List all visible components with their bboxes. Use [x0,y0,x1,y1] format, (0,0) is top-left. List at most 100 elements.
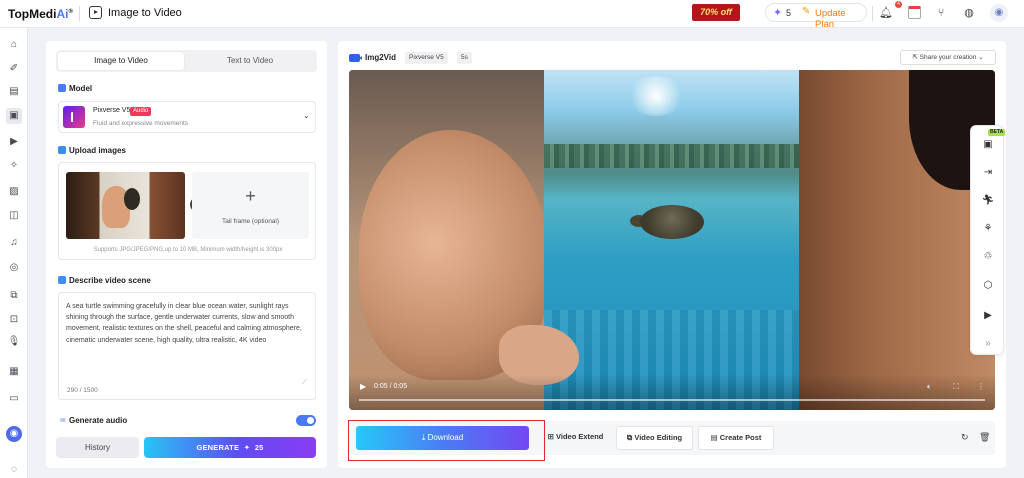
divider [872,6,873,21]
video-center-pane [544,70,799,410]
video-page-icon [89,6,102,19]
external-link-icon: ⇱ [912,54,920,61]
more-options-icon[interactable]: ⋮ [977,382,985,391]
photo-edit-icon[interactable]: ◫ [6,208,22,224]
microphone-icon[interactable]: 🎙︎ [6,334,22,350]
model-chip: Pixverse V5 [405,52,448,64]
update-plan-button[interactable]: Update Plan [815,8,866,30]
share-button[interactable]: ⇱ Share your creation ⌄ [900,50,996,65]
credit-count: 5 [786,8,792,18]
chevron-down-icon: ⌄ [303,111,310,120]
audio-badge: Audio [130,107,152,116]
first-frame-thumbnail[interactable] [66,172,185,239]
beta-badge: BETA [988,129,1006,136]
tab-text-to-video[interactable]: Text to Video [186,52,314,70]
plus-icon: + [245,186,256,206]
time-display: 0:05 / 0:05 [374,383,408,390]
import-icon[interactable]: ⇥ [981,166,995,180]
char-count: 290 / 1500 [67,387,98,394]
left-rail: ⌂ ✐ ▤ ▣ ▶ ✧ ▨ ◫ ♫ ◎ ⧉ ⊡ 🎙︎ ▦ ▭ ◉ ◌ [0,28,28,478]
generate-cost: 25 [254,443,264,452]
video-generate-icon[interactable]: ▶ [981,309,995,323]
page-title: Image to Video [108,7,182,19]
image-icon [58,146,66,154]
tail-frame-label: Tail frame (optional) [221,218,280,225]
video-editing-button[interactable]: ⧉ Video Editing [616,426,693,450]
post-icon: ▤ [710,433,720,442]
upload-section-title: Upload images [69,146,126,155]
globe-icon[interactable]: ◍ [961,5,977,21]
notification-badge: 4 [895,1,902,8]
folder-icon[interactable]: ▭ [6,391,22,407]
mode-tabs: Image to Video Text to Video [56,50,317,72]
clip-icon[interactable]: ▦ [6,364,22,380]
video-extend-button[interactable]: ⊞ Video Extend [539,426,612,450]
create-post-button[interactable]: ▤ Create Post [698,426,774,450]
generate-audio-label: Generate audio [69,416,128,425]
image-icon[interactable]: ▨ [6,184,22,200]
model-name: Pixverse V5 [93,107,131,114]
document-icon[interactable]: ▤ [6,84,22,100]
model-description: Fluid and expressive movements [93,120,189,127]
upload-area: ⇄ + Tail frame (optional) Supports JPG/J… [58,162,316,260]
audio-wave-icon: ♒︎ [59,416,67,425]
dance-figure-icon[interactable]: ⚘ [981,222,995,236]
turtle-image [640,205,704,239]
translate-icon[interactable]: ⊡ [6,312,22,328]
discord-icon[interactable]: ◉ [6,426,22,442]
tail-frame-upload[interactable]: + Tail frame (optional) [192,172,309,239]
user-avatar[interactable]: ◉ [990,4,1008,22]
trash-icon[interactable]: 🗑︎ [979,432,990,443]
duration-chip: 5s [457,52,472,64]
describe-section-title: Describe video scene [69,276,151,285]
volume-icon[interactable]: 🔈︎ [927,382,932,392]
network-icon[interactable]: ⑂ [933,5,949,21]
home-icon[interactable]: ⌂ [6,37,22,53]
model-icon [58,84,66,92]
generate-audio-toggle[interactable] [296,415,316,426]
tab-image-to-video[interactable]: Image to Video [58,52,184,70]
progress-bar[interactable] [359,399,985,401]
extend-icon: ⊞ [547,432,556,441]
promo-badge[interactable]: 70% off [692,4,740,21]
video-camera-icon [349,54,362,62]
image-to-video-icon[interactable]: ▣ [6,108,22,124]
cube-icon[interactable]: ⬡ [981,279,995,293]
generate-button[interactable]: GENERATE ✦ 25 [144,437,316,458]
settings-panel: Image to Video Text to Video Model Pixve… [46,41,327,468]
running-figure-icon[interactable]: 🏃︎ [981,194,995,208]
prompt-textarea[interactable]: A sea turtle swimming gracefully in clea… [58,292,316,400]
fullscreen-icon[interactable]: ⛶ [953,382,959,392]
face-swap-icon[interactable]: ♲ [981,250,995,264]
sparkle-icon: ✦ [241,443,253,452]
ai-calendar-icon[interactable]: ▣ [981,138,995,152]
video-icon[interactable]: ▶ [6,134,22,150]
bell-icon[interactable]: 🔔︎ [878,5,894,21]
sparkle-icon: ✦ [773,7,783,19]
pixverse-logo-icon [63,106,85,128]
upload-hint: Supports JPG/JPEG/PNG,up to 10 MB, Minim… [93,247,283,253]
brand-logo[interactable]: TopMediAi® [8,7,73,21]
brush-icon[interactable]: ✐ [6,61,22,77]
history-button[interactable]: History [56,437,139,458]
video-player[interactable]: ▶ 0:05 / 0:05 🔈︎ ⛶ ⋮ [349,70,995,410]
resize-handle-icon[interactable]: ⟋ [302,379,307,387]
top-bar: TopMediAi® Image to Video 70% off ✦ 5 ✎ … [0,0,1024,30]
divider [79,6,80,21]
collapse-icon[interactable]: » [981,337,995,351]
calendar-icon[interactable] [908,6,921,19]
screen-record-icon[interactable]: ⧉ [6,288,22,304]
compass-icon[interactable]: ◎ [6,260,22,276]
pencil-icon: ✎ [802,6,811,17]
edit-icon [58,276,66,284]
chat-icon[interactable]: ◌ [6,462,22,478]
refresh-icon[interactable]: ↻ [961,432,969,443]
music-icon[interactable]: ♫ [6,235,22,251]
magic-wand-icon[interactable]: ✧ [6,158,22,174]
result-title: Img2Vid [365,53,396,62]
chevron-down-icon: ⌄ [976,54,984,61]
model-selector[interactable]: Pixverse V5 Audio Fluid and expressive m… [58,101,316,133]
download-highlight-box [348,420,545,461]
play-icon[interactable]: ▶ [360,382,366,391]
credits-and-upgrade[interactable]: ✦ 5 ✎ Update Plan [765,3,867,30]
